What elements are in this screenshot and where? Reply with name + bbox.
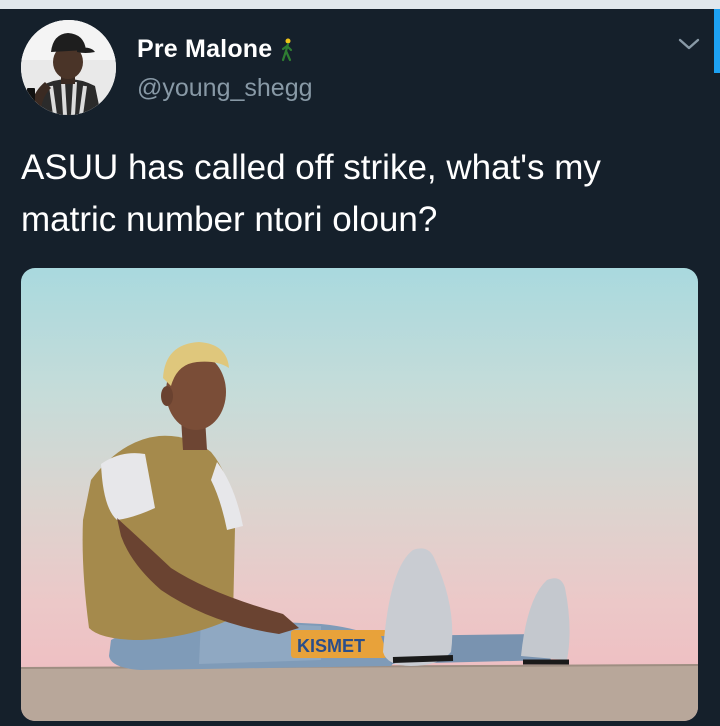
display-name-text: Pre Malone [137,35,273,63]
svg-text:KISMET: KISMET [297,636,365,656]
tweet-view: Pre Malone @young_shegg ASUU has called … [0,0,720,726]
avatar[interactable] [21,20,116,115]
display-name[interactable]: Pre Malone [137,35,294,64]
tweet-text: ASUU has called off strike, what's my ma… [21,148,601,239]
top-divider [0,0,720,9]
tweet-photo[interactable]: KISMET [21,268,698,721]
avatar-image [21,20,116,115]
walking-person-icon [280,38,294,62]
photo-image: KISMET [21,342,698,721]
user-handle[interactable]: @young_shegg [137,74,313,103]
chevron-down-icon[interactable] [676,34,702,54]
scroll-indicator [714,9,720,73]
